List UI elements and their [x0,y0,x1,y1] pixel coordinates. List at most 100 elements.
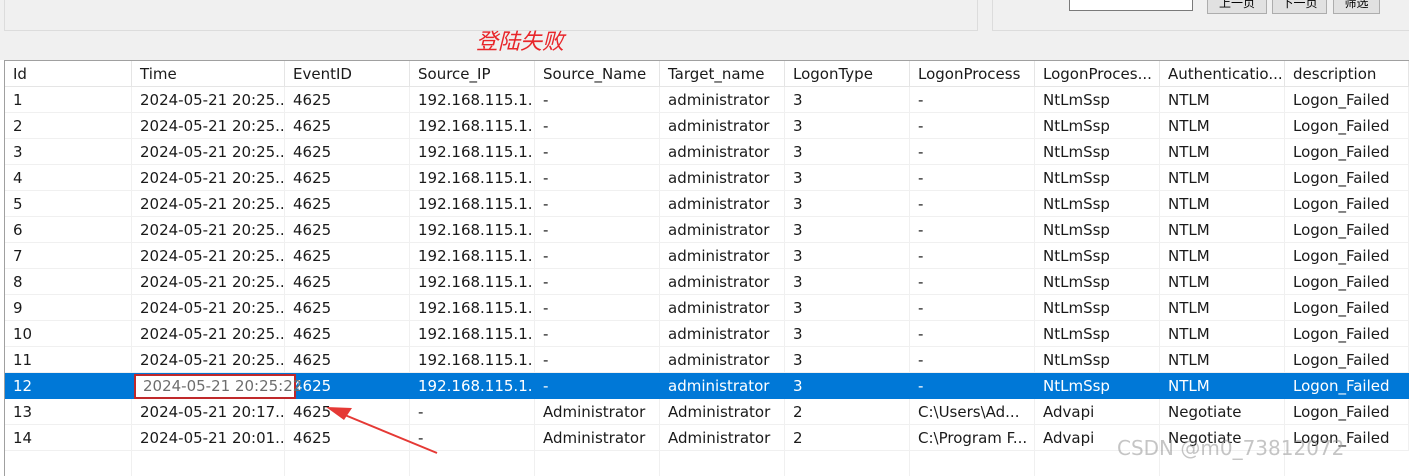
cell-authentication: NTLM [1160,191,1285,217]
cell-id: 11 [5,347,132,373]
cell-time: 2024-05-21 20:17... [132,399,285,425]
cell-authentication: NTLM [1160,347,1285,373]
table-row[interactable]: 9 2024-05-21 20:25... 4625 192.168.115.1...… [5,295,1409,321]
cell-target-name: Administrator [660,425,785,451]
cell-source-ip: 192.168.115.1... [410,243,535,269]
cell-logon-process-name: NtLmSsp [1035,191,1160,217]
cell-target-name: Administrator [660,399,785,425]
cell-logon-process-name: NtLmSsp [1035,217,1160,243]
cell-logon-process: C:\Program F... [910,425,1035,451]
cell-time: 2024-05-21 20:25... [132,165,285,191]
cell-target-name: administrator [660,373,785,399]
cell-logon-type: 3 [785,87,910,113]
cell-source-name: - [535,87,660,113]
cell-description: Logon_Failed [1285,243,1409,269]
cell-source-name: Administrator [535,399,660,425]
table-row[interactable]: 4 2024-05-21 20:25... 4625 192.168.115.1...… [5,165,1409,191]
cell-logon-type: 3 [785,139,910,165]
column-header-logon-process-name[interactable]: LogonProces... [1035,61,1160,87]
cell-event-id: 4625 [285,269,410,295]
cell-time: 2024-05-21 20:25... [132,295,285,321]
cell-logon-process: - [910,165,1035,191]
cell-authentication: NTLM [1160,243,1285,269]
column-header-logon-process[interactable]: LogonProcess [910,61,1035,87]
table-header: Id Time EventID Source_IP Source_Name Target_… [5,61,1409,87]
table-row[interactable]: 1 2024-05-21 20:25... 4625 192.168.115.1...… [5,87,1409,113]
table-row[interactable]: 10 2024-05-21 20:25... 4625 192.168.115.1..… [5,321,1409,347]
cell-authentication: NTLM [1160,295,1285,321]
table-row[interactable]: 6 2024-05-21 20:25... 4625 192.168.115.1...… [5,217,1409,243]
cell-source-name: - [535,165,660,191]
filter-button[interactable]: 筛选 [1333,0,1380,14]
cell-source-ip: 192.168.115.1... [410,269,535,295]
cell-description: Logon_Failed [1285,139,1409,165]
column-header-target-name[interactable]: Target_name [660,61,785,87]
cell-logon-process: - [910,321,1035,347]
cell-source-ip: 192.168.115.1... [410,113,535,139]
cell-event-id: 4625 [285,373,410,399]
column-header-id[interactable]: Id [5,61,132,87]
table-row[interactable]: 5 2024-05-21 20:25... 4625 192.168.115.1...… [5,191,1409,217]
table-row[interactable]: 3 2024-05-21 20:25... 4625 192.168.115.1...… [5,139,1409,165]
event-log-table[interactable]: Id Time EventID Source_IP Source_Name Target_… [4,60,1409,476]
cell-source-ip: 192.168.115.1... [410,87,535,113]
column-header-description[interactable]: description [1285,61,1409,87]
cell-source-ip: 192.168.115.1... [410,139,535,165]
cell-description: Logon_Failed [1285,165,1409,191]
column-header-source-ip[interactable]: Source_IP [410,61,535,87]
cell-source-name: - [535,139,660,165]
next-page-button[interactable]: 下一页 [1272,0,1327,14]
column-header-authentication[interactable]: Authenticatio... [1160,61,1285,87]
cell-edit-box[interactable]: 2024-05-21 20:25:22 [134,374,302,399]
cell-id: 3 [5,139,132,165]
cell-description: Logon_Failed [1285,295,1409,321]
table-row[interactable]: 8 2024-05-21 20:25... 4625 192.168.115.1...… [5,269,1409,295]
cell-target-name: administrator [660,139,785,165]
cell-logon-process: - [910,217,1035,243]
cell-logon-process-name: NtLmSsp [1035,295,1160,321]
cell-time: 2024-05-21 20:25... [132,347,285,373]
cell-description: Logon_Failed [1285,269,1409,295]
cell-id: 12 [5,373,132,399]
column-header-time[interactable]: Time [132,61,285,87]
cell-time: 2024-05-21 20:25... [132,87,285,113]
cell-logon-type: 2 [785,399,910,425]
cell-source-name: - [535,191,660,217]
cell-event-id: 4625 [285,87,410,113]
cell-event-id: 4625 [285,295,410,321]
cell-source-name: - [535,321,660,347]
table-row[interactable]: 2 2024-05-21 20:25... 4625 192.168.115.1...… [5,113,1409,139]
cell-description: Logon_Failed [1285,87,1409,113]
cell-target-name: administrator [660,87,785,113]
column-header-logon-type[interactable]: LogonType [785,61,910,87]
cell-logon-process-name: NtLmSsp [1035,165,1160,191]
cell-authentication: NTLM [1160,87,1285,113]
cell-event-id: 4625 [285,321,410,347]
cell-source-ip: 192.168.115.1... [410,191,535,217]
table-row[interactable]: 12 4625 192.168.115.1... - administrator 3- Nt… [5,373,1409,399]
cell-logon-type: 3 [785,321,910,347]
cell-time: 2024-05-21 20:25... [132,191,285,217]
prev-page-button[interactable]: 上一页 [1207,0,1267,14]
cell-event-id: 4625 [285,347,410,373]
column-header-event-id[interactable]: EventID [285,61,410,87]
table-row[interactable]: 13 2024-05-21 20:17... 4625- Administrator A… [5,399,1409,425]
cell-id: 7 [5,243,132,269]
cell-logon-type: 2 [785,425,910,451]
cell-target-name: administrator [660,269,785,295]
cell-event-id: 4625 [285,217,410,243]
column-header-source-name[interactable]: Source_Name [535,61,660,87]
cell-id: 13 [5,399,132,425]
cell-logon-process: - [910,269,1035,295]
cell-logon-process-name: NtLmSsp [1035,269,1160,295]
table-row[interactable]: 11 2024-05-21 20:25... 4625 192.168.115.1..… [5,347,1409,373]
cell-target-name: administrator [660,113,785,139]
table-row[interactable]: 7 2024-05-21 20:25... 4625 192.168.115.1...… [5,243,1409,269]
page-number-input[interactable] [1069,0,1193,11]
cell-target-name: administrator [660,191,785,217]
cell-logon-process: C:\Users\Ad... [910,399,1035,425]
cell-description: Logon_Failed [1285,399,1409,425]
cell-logon-process: - [910,347,1035,373]
cell-authentication: NTLM [1160,139,1285,165]
cell-id: 14 [5,425,132,451]
